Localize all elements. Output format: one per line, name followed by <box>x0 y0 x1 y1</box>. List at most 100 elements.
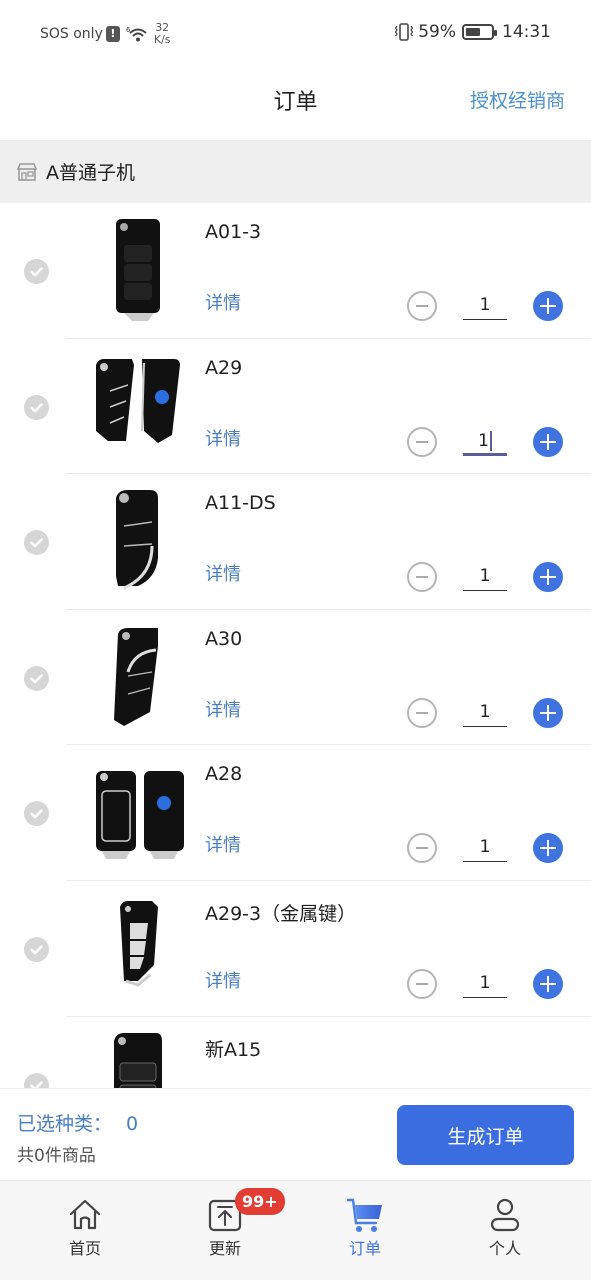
quantity-input[interactable]: 1 <box>463 699 507 727</box>
tab-profile-label: 个人 <box>488 1239 521 1258</box>
total-items: 共0件商品 <box>17 1146 96 1166</box>
bottom-tabbar: 首页 更新 订单 个人 <box>0 1180 591 1280</box>
check-icon <box>30 538 43 548</box>
quantity-input[interactable]: 1 <box>463 834 507 863</box>
clock: 14:31 <box>502 22 551 42</box>
increase-button[interactable] <box>533 562 563 593</box>
tab-home-label: 首页 <box>68 1239 101 1258</box>
list-item-5: A29-3（金属键） 详情 1 <box>0 881 591 1017</box>
home-icon <box>69 1199 101 1230</box>
product-image <box>114 627 158 726</box>
select-checkbox[interactable] <box>24 936 49 962</box>
select-checkbox[interactable] <box>24 665 49 691</box>
decrease-button[interactable] <box>407 426 437 457</box>
check-icon <box>30 809 43 819</box>
tab-order[interactable]: 订单 <box>325 1197 405 1259</box>
category-header[interactable]: A普通子机 <box>0 140 591 203</box>
battery-percent: 59% <box>418 22 456 42</box>
quantity-input[interactable]: 1 <box>463 428 507 456</box>
list-item-3: A30 详情 1 <box>0 610 591 746</box>
increase-button[interactable] <box>533 426 563 457</box>
detail-link[interactable]: 详情 <box>205 560 241 586</box>
list-item-4: A28 详情 1 <box>0 745 591 881</box>
product-image <box>116 490 158 590</box>
category-label: A普通子机 <box>46 162 135 184</box>
generate-order-button[interactable]: 生成订单 <box>397 1105 574 1165</box>
check-icon <box>30 945 43 955</box>
battery-fill <box>466 28 481 36</box>
list-item-0: A01-3 详情 1 <box>0 203 591 339</box>
product-image <box>120 900 158 987</box>
check-icon <box>30 674 43 684</box>
product-name: A29 <box>205 356 243 379</box>
decrease-button[interactable] <box>407 833 437 864</box>
tab-home[interactable]: 首页 <box>45 1197 125 1259</box>
product-image <box>114 1032 162 1088</box>
select-checkbox[interactable] <box>24 394 49 420</box>
quantity-stepper: 1 <box>407 562 563 593</box>
decrease-button[interactable] <box>407 697 437 728</box>
quantity-stepper: 1 <box>407 968 563 999</box>
quantity-stepper: 1 <box>407 426 563 457</box>
product-image <box>96 771 184 860</box>
quantity-input[interactable]: 1 <box>463 563 507 592</box>
authorized-dealer-link[interactable]: 授权经销商 <box>470 86 565 113</box>
quantity-stepper: 1 <box>407 697 563 728</box>
increase-button[interactable] <box>533 697 563 728</box>
alert-icon: ! <box>105 26 120 42</box>
product-image <box>116 219 160 321</box>
product-image <box>96 358 180 443</box>
decrease-button[interactable] <box>407 562 437 593</box>
detail-link[interactable]: 详情 <box>205 425 241 451</box>
tab-update-label: 更新 <box>208 1239 241 1258</box>
select-checkbox[interactable] <box>24 1072 49 1088</box>
order-summary: 已选种类： 0 共0件商品 生成订单 <box>0 1088 591 1180</box>
check-icon <box>30 402 43 412</box>
quantity-stepper: 1 <box>407 833 563 864</box>
increase-button[interactable] <box>533 291 563 321</box>
list-item-1: A29 详情 1 <box>0 339 591 475</box>
network-speed: 32 K/s <box>154 22 171 46</box>
check-icon <box>30 1080 43 1088</box>
list-item-6: 新A15 详情 1 <box>0 1017 591 1088</box>
decrease-button[interactable] <box>407 968 437 999</box>
detail-link[interactable]: 详情 <box>205 831 241 857</box>
network-speed-unit: K/s <box>153 33 171 46</box>
select-checkbox[interactable] <box>24 259 49 284</box>
product-name: 新A15 <box>205 1038 262 1061</box>
list-item-2: A11-DS 详情 1 <box>0 474 591 610</box>
increase-button[interactable] <box>533 833 563 864</box>
quantity-input[interactable]: 1 <box>463 292 507 320</box>
detail-link[interactable]: 详情 <box>205 967 241 993</box>
header: 订单 授权经销商 <box>0 66 591 138</box>
selected-count-label: 已选种类： <box>17 1113 113 1135</box>
detail-link[interactable]: 详情 <box>205 289 241 315</box>
wifi-icon: 6 <box>126 26 147 42</box>
check-icon <box>30 267 43 277</box>
product-name: A28 <box>205 763 243 786</box>
update-badge: 99+ <box>235 1188 285 1215</box>
detail-link[interactable]: 详情 <box>205 696 241 722</box>
product-name: A30 <box>205 627 243 650</box>
store-icon <box>16 162 38 181</box>
product-name: A01-3 <box>205 221 262 243</box>
select-checkbox[interactable] <box>24 530 49 556</box>
increase-button[interactable] <box>533 968 563 999</box>
decrease-button[interactable] <box>407 291 437 321</box>
product-list[interactable]: A01-3 详情 1 A29 详情 1 A11-DS 详情 1 A30 详情 1… <box>0 203 591 1088</box>
battery-icon <box>462 24 497 40</box>
selected-count-value: 0 <box>126 1113 139 1135</box>
select-checkbox[interactable] <box>24 801 49 827</box>
cart-icon <box>347 1198 382 1232</box>
person-icon <box>490 1198 520 1232</box>
text-caret <box>489 430 492 451</box>
vibrate-icon <box>394 23 414 41</box>
product-name: A29-3（金属键） <box>205 902 357 925</box>
tab-order-label: 订单 <box>348 1239 381 1258</box>
quantity-stepper: 1 <box>407 291 563 321</box>
tab-profile[interactable]: 个人 <box>465 1197 545 1259</box>
status-bar: SOS only ! 6 32 K/s 59% 14:31 <box>0 0 591 66</box>
quantity-input[interactable]: 1 <box>463 970 507 998</box>
product-name: A11-DS <box>205 492 276 515</box>
carrier-label: SOS only <box>40 26 103 42</box>
